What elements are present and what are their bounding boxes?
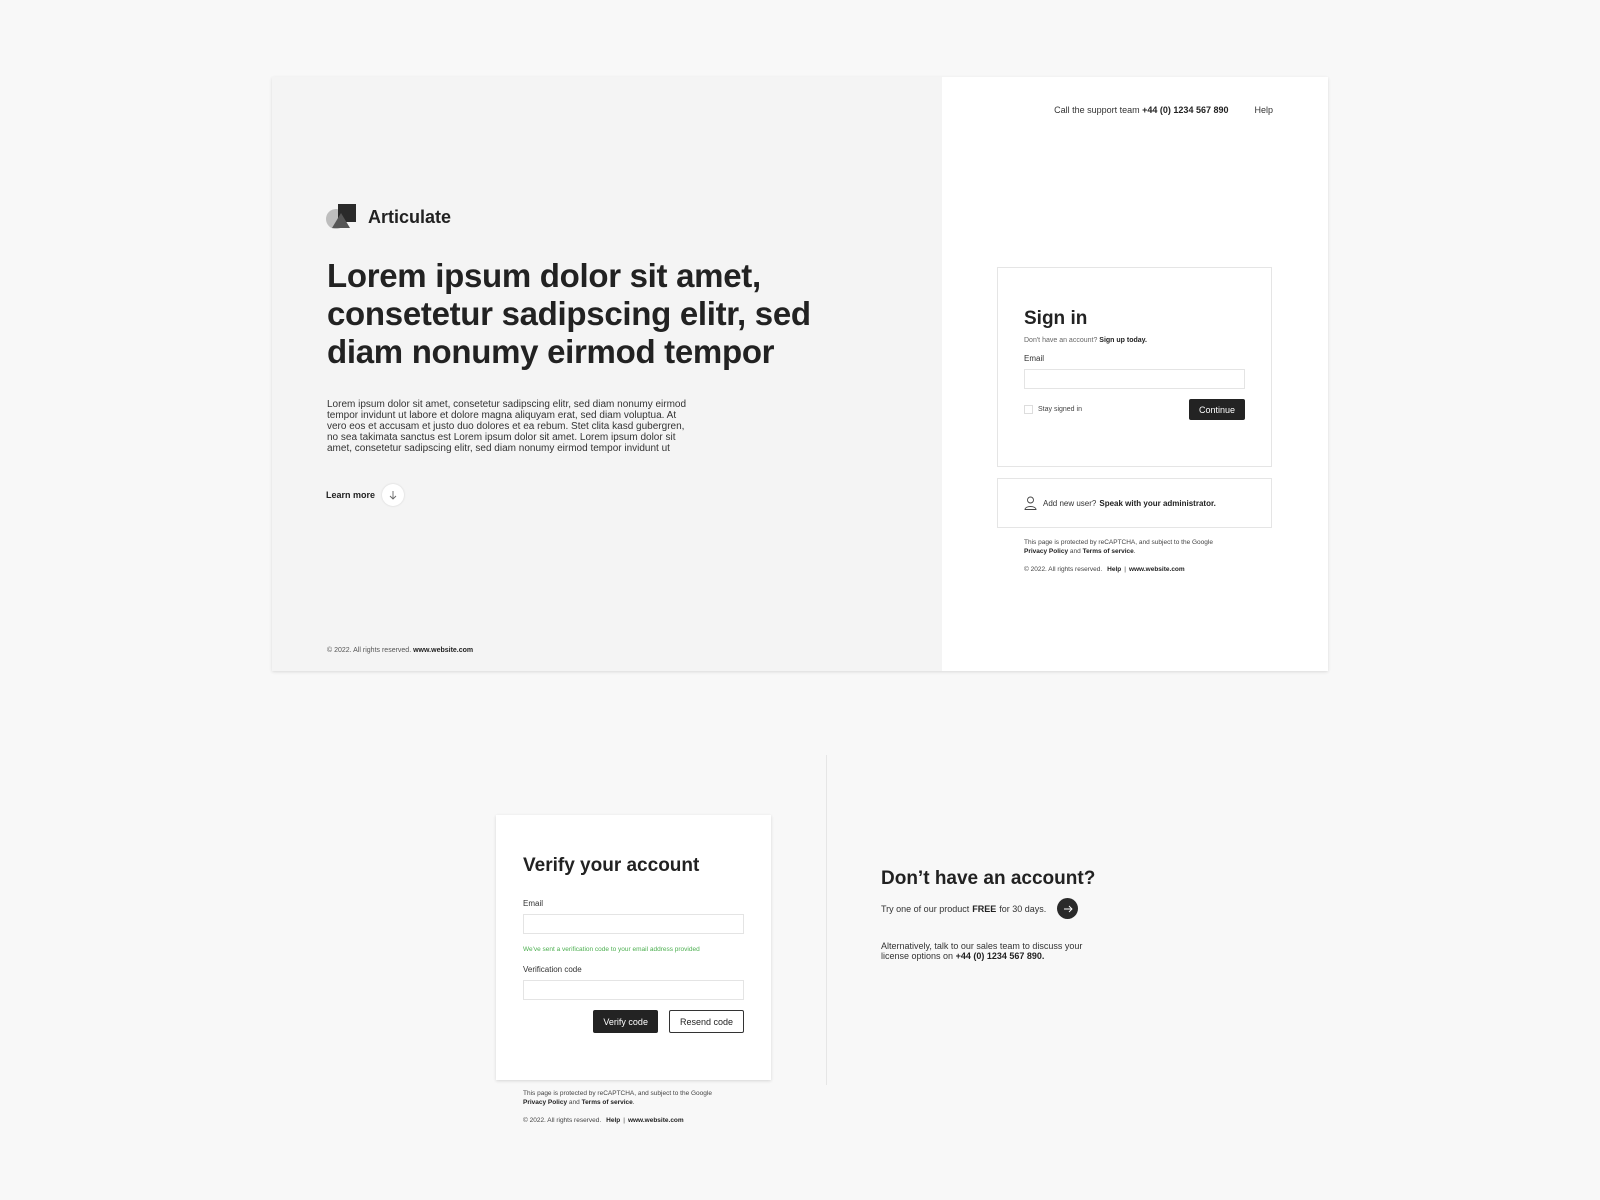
admin-text: Add new user?: [1043, 498, 1097, 508]
separator: |: [1124, 566, 1126, 573]
promo-title: Don’t have an account?: [881, 868, 1096, 889]
free-trial-prefix: Try one of our product: [881, 903, 970, 914]
period-text: .: [1133, 548, 1136, 555]
verify-separator: |: [623, 1117, 625, 1124]
verify-copyright-text: © 2022. All rights reserved.: [523, 1117, 602, 1124]
signin-legal: This page is protected by reCAPTCHA, and…: [1024, 538, 1244, 574]
hero-body-text: Lorem ipsum dolor sit amet, consetetur s…: [327, 399, 687, 454]
terms-link[interactable]: Terms of service: [1083, 548, 1134, 555]
signin-actions: Stay signed in Continue: [1024, 399, 1245, 420]
free-trial-row: Try one of our product FREE for 30 days.: [881, 898, 1141, 919]
promo-panel: Don’t have an account? Try one of our pr…: [881, 868, 1141, 961]
support-bar: Call the support team +44 (0) 1234 567 8…: [1054, 105, 1273, 115]
recaptcha-text: This page is protected by reCAPTCHA, and…: [1024, 539, 1213, 546]
signin-card: Sign in Don't have an account? Sign up t…: [997, 267, 1272, 467]
verify-recaptcha-notice: This page is protected by reCAPTCHA, and…: [523, 1089, 753, 1107]
verification-code-label: Verification code: [523, 965, 582, 974]
arrow-right-icon[interactable]: [1057, 898, 1079, 919]
verify-actions: Verify code Resend code: [523, 1010, 744, 1033]
verify-email-field[interactable]: [523, 914, 744, 934]
hero-footer: © 2022. All rights reserved. www.website…: [327, 647, 473, 654]
verify-help-link[interactable]: Help: [606, 1116, 620, 1125]
articulate-logo-icon: [326, 204, 358, 230]
resend-code-button[interactable]: Resend code: [668, 1010, 744, 1033]
and-text: and: [1069, 548, 1081, 555]
support-phone[interactable]: +44 (0) 1234 567 890: [1142, 105, 1228, 115]
copyright-text: © 2022. All rights reserved.: [1024, 566, 1103, 573]
verify-recaptcha-text: This page is protected by reCAPTCHA, and…: [523, 1090, 712, 1097]
verification-sent-note: We've sent a verification code to your e…: [523, 946, 700, 953]
recaptcha-notice: This page is protected by reCAPTCHA, and…: [1024, 538, 1244, 556]
verify-terms-link[interactable]: Terms of service: [582, 1099, 633, 1106]
stay-signed-in-label: Stay signed in: [1038, 406, 1082, 413]
hero-title: Lorem ipsum dolor sit amet, consetetur s…: [327, 257, 811, 370]
email-label: Email: [1024, 354, 1045, 363]
hero-footer-copyright: © 2022. All rights reserved.: [327, 647, 412, 654]
signin-panel: Call the support team +44 (0) 1234 567 8…: [942, 77, 1328, 671]
header-help-link[interactable]: Help: [1254, 105, 1273, 115]
brand-logo[interactable]: Articulate: [326, 204, 451, 230]
privacy-policy-link[interactable]: Privacy Policy: [1024, 548, 1068, 555]
signup-prompt: Don't have an account? Sign up today.: [1024, 337, 1245, 344]
user-icon: [1024, 496, 1037, 510]
verification-code-field[interactable]: [523, 980, 744, 1000]
email-field[interactable]: [1024, 369, 1245, 389]
section-divider: [826, 755, 827, 1085]
sales-phone[interactable]: +44 (0) 1234 567 890.: [956, 951, 1045, 961]
arrow-down-icon[interactable]: [382, 484, 405, 506]
stay-signed-in-checkbox[interactable]: [1024, 405, 1033, 414]
verify-code-button[interactable]: Verify code: [593, 1010, 658, 1033]
hero-panel: Articulate Lorem ipsum dolor sit amet, c…: [272, 77, 942, 671]
signin-title: Sign in: [1024, 308, 1088, 329]
hero-footer-website-link[interactable]: www.website.com: [413, 647, 473, 654]
verify-card: Verify your account Email We've sent a v…: [496, 815, 771, 1080]
verify-privacy-policy-link[interactable]: Privacy Policy: [523, 1099, 567, 1106]
signin-copyright-line: © 2022. All rights reserved. Help | www.…: [1024, 565, 1244, 574]
verify-period-text: .: [632, 1099, 635, 1106]
footer-website-link[interactable]: www.website.com: [1129, 565, 1185, 574]
admin-contact-card: Add new user? Speak with your administra…: [997, 478, 1272, 528]
verify-copyright-line: © 2022. All rights reserved. Help | www.…: [523, 1116, 753, 1125]
learn-more-button[interactable]: Learn more: [326, 484, 405, 506]
brand-name: Articulate: [368, 206, 452, 227]
verify-email-label: Email: [523, 899, 544, 908]
sales-contact-text: Alternatively, talk to our sales team to…: [881, 941, 1091, 961]
verify-website-link[interactable]: www.website.com: [628, 1116, 684, 1125]
admin-link[interactable]: Speak with your administrator.: [1099, 499, 1215, 508]
verify-title: Verify your account: [523, 855, 700, 876]
verify-legal: This page is protected by reCAPTCHA, and…: [523, 1089, 753, 1125]
signin-page-frame: Articulate Lorem ipsum dolor sit amet, c…: [272, 77, 1328, 671]
continue-button[interactable]: Continue: [1188, 399, 1245, 420]
stay-signed-in[interactable]: Stay signed in: [1024, 405, 1082, 414]
verify-and-text: and: [568, 1099, 580, 1106]
free-trial-suffix: for 30 days.: [999, 903, 1047, 914]
free-trial-free: FREE: [972, 903, 997, 914]
support-call-text: Call the support team: [1054, 105, 1140, 115]
no-account-text: Don't have an account?: [1024, 337, 1098, 344]
footer-help-link[interactable]: Help: [1107, 565, 1121, 574]
signup-link[interactable]: Sign up today.: [1099, 337, 1147, 344]
support-call: Call the support team +44 (0) 1234 567 8…: [1054, 105, 1228, 115]
learn-more-label: Learn more: [326, 490, 376, 500]
